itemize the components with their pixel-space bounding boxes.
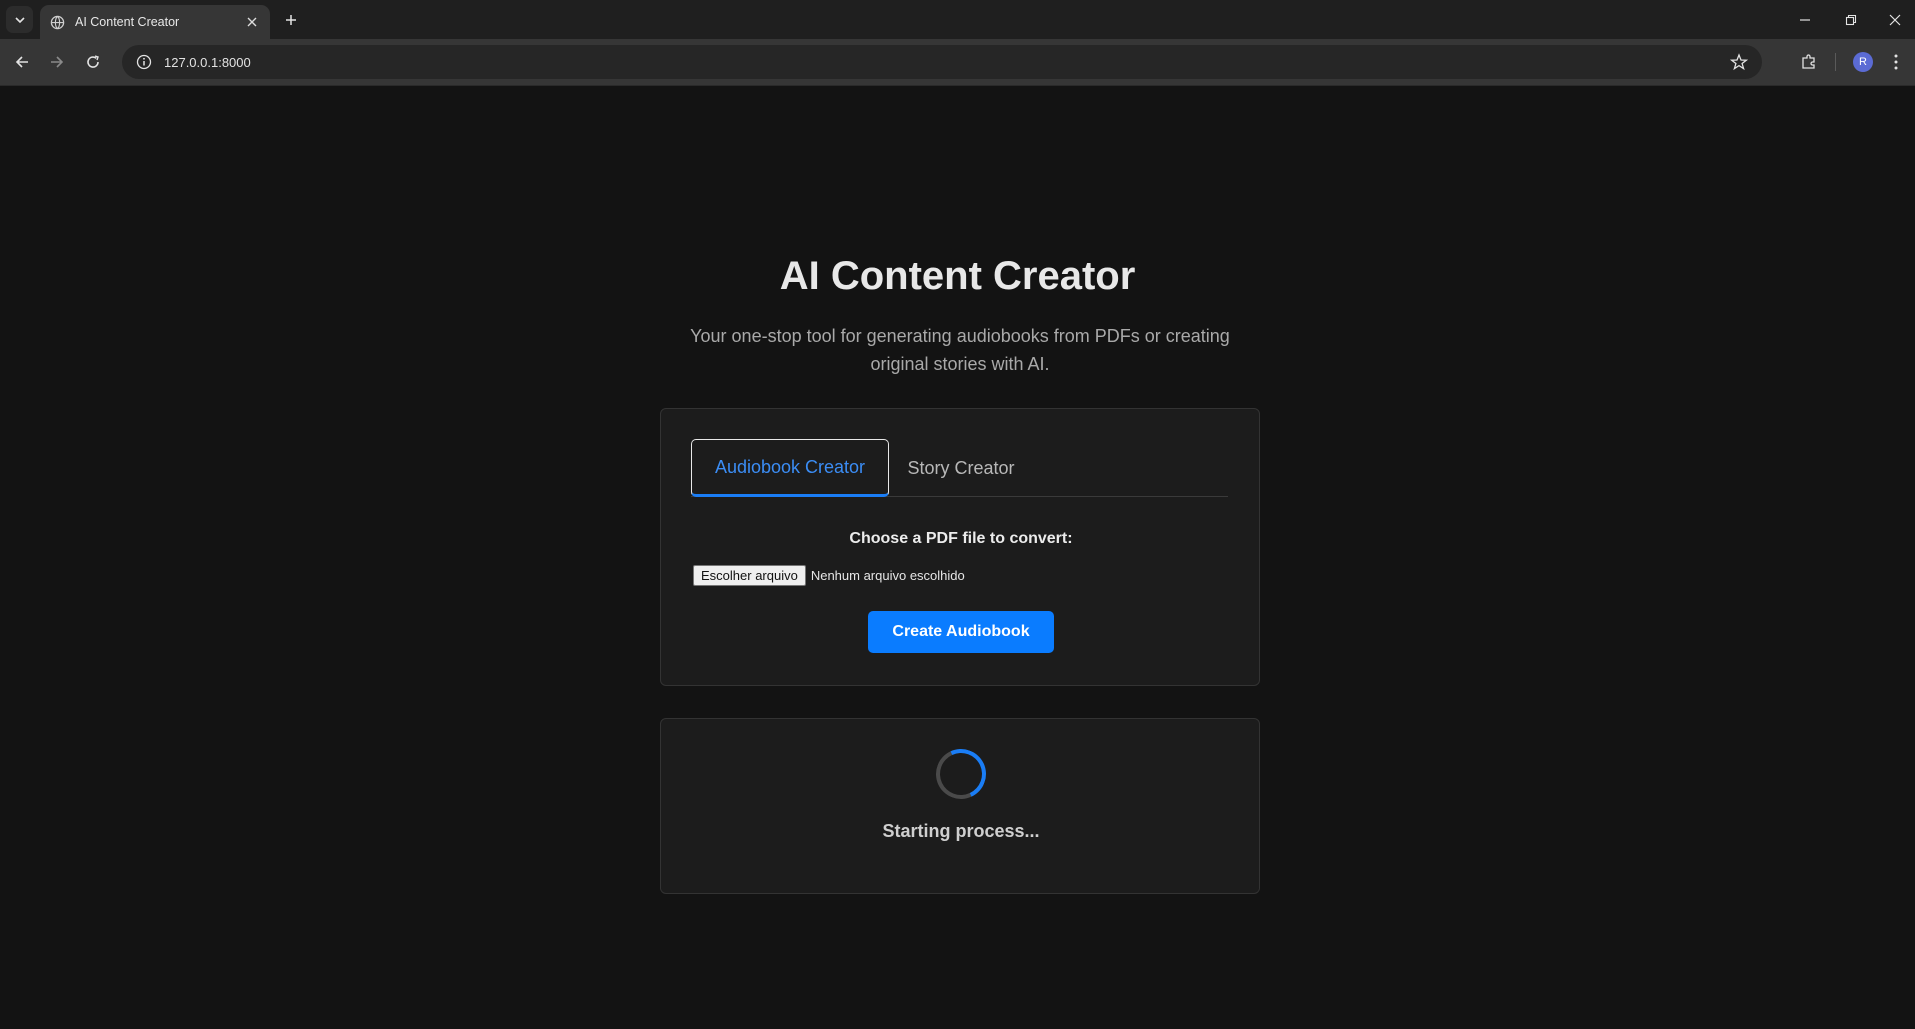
- puzzle-icon: [1802, 54, 1815, 69]
- status-message: Starting process...: [882, 821, 1040, 841]
- page-content: AI Content Creator Your one-stop tool fo…: [0, 86, 1915, 1029]
- restore-icon: [1845, 14, 1857, 25]
- file-status-text: Nenhum arquivo escolhido: [810, 567, 965, 583]
- file-input-label: Choose a PDF file to convert:: [849, 530, 1073, 547]
- create-audiobook-button[interactable]: Create Audiobook: [868, 611, 1054, 653]
- restore-button[interactable]: [1828, 0, 1874, 39]
- url-text[interactable]: 127.0.0.1:8000: [164, 55, 251, 70]
- globe-icon: [50, 15, 65, 29]
- info-icon[interactable]: [136, 54, 152, 70]
- extensions-button[interactable]: [1797, 50, 1821, 74]
- tab-close-button[interactable]: [244, 14, 260, 30]
- new-tab-button[interactable]: [280, 9, 302, 31]
- avatar: R: [1853, 52, 1873, 72]
- toolbar-divider: [1835, 53, 1836, 71]
- minimize-button[interactable]: [1782, 0, 1828, 39]
- close-icon: [247, 17, 257, 27]
- page-title: AI Content Creator: [779, 254, 1136, 298]
- forward-button[interactable]: [44, 49, 70, 75]
- browser-toolbar: 127.0.0.1:8000 R: [0, 39, 1915, 86]
- kebab-menu-icon: [1894, 54, 1898, 70]
- back-button[interactable]: [9, 49, 35, 75]
- address-bar[interactable]: 127.0.0.1:8000: [122, 45, 1762, 79]
- reload-icon: [87, 55, 99, 68]
- tab-audiobook-creator[interactable]: Audiobook Creator: [691, 439, 889, 497]
- browser-tabstrip: AI Content Creator: [0, 0, 1915, 39]
- status-card: Starting process...: [660, 718, 1260, 894]
- minimize-icon: [1800, 18, 1810, 21]
- chevron-down-icon: [14, 16, 25, 23]
- arrow-left-icon: [15, 56, 28, 68]
- file-input[interactable]: Escolher arquivo Nenhum arquivo escolhid…: [693, 564, 965, 586]
- loading-spinner-icon: [928, 741, 994, 807]
- close-icon: [1889, 14, 1901, 25]
- bookmark-star-icon[interactable]: [1730, 53, 1748, 71]
- tab-story-creator[interactable]: Story Creator: [899, 439, 1023, 497]
- arrow-right-icon: [51, 56, 64, 68]
- close-window-button[interactable]: [1872, 0, 1915, 39]
- page-subtitle: Your one-stop tool for generating audiob…: [690, 326, 1230, 374]
- menu-button[interactable]: [1886, 50, 1906, 74]
- creator-tabs: Audiobook Creator Story Creator: [691, 439, 1228, 497]
- tab-search-button[interactable]: [6, 6, 33, 33]
- choose-file-button[interactable]: Escolher arquivo: [693, 564, 806, 586]
- tab-title: AI Content Creator: [75, 15, 180, 29]
- reload-button[interactable]: [80, 49, 106, 75]
- creator-card: Audiobook Creator Story Creator Choose a…: [660, 408, 1260, 686]
- plus-icon: [286, 15, 296, 25]
- profile-button[interactable]: R: [1851, 50, 1875, 74]
- browser-tab[interactable]: AI Content Creator: [40, 5, 270, 39]
